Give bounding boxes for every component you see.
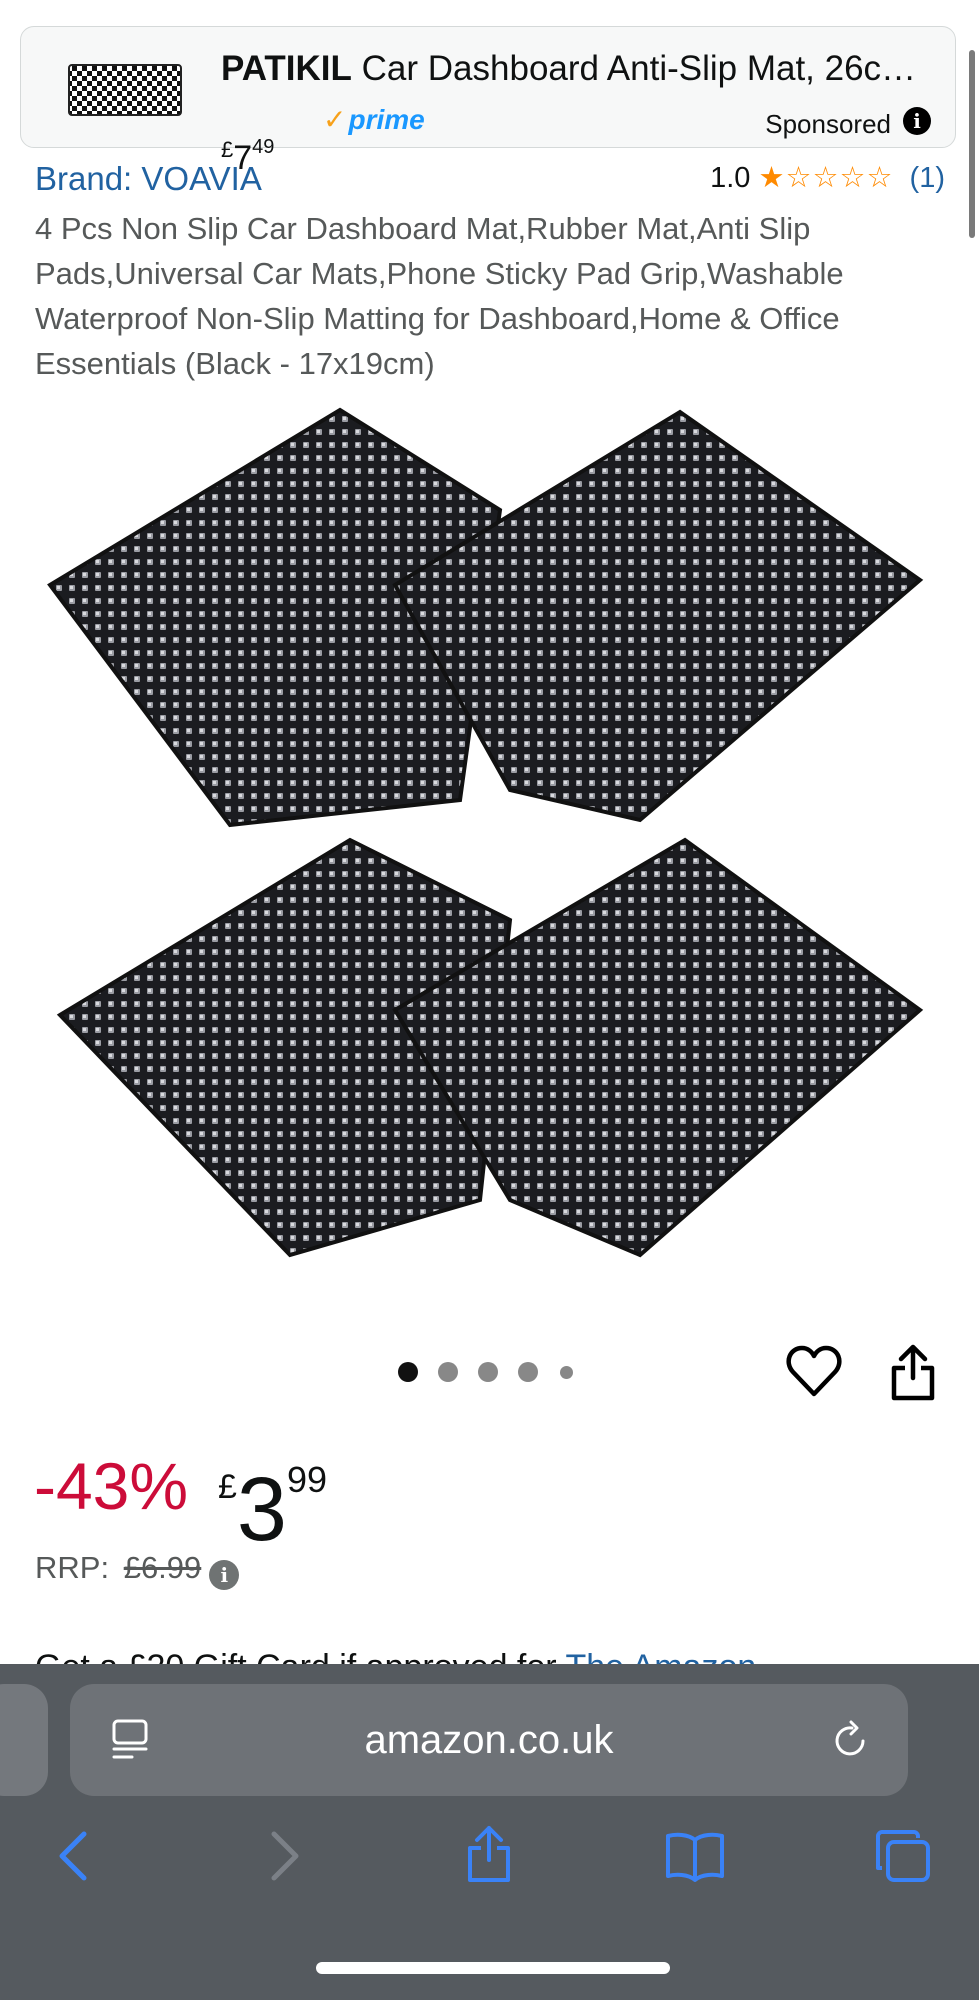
prime-check-icon: ✓ <box>323 104 347 135</box>
info-icon[interactable]: i <box>209 1560 240 1590</box>
product-title: 4 Pcs Non Slip Car Dashboard Mat,Rubber … <box>35 211 844 381</box>
browser-toolbar: amazon.co.uk <box>0 1664 979 2000</box>
rrp-value: £6.99 <box>123 1550 202 1585</box>
price: £399 <box>218 1430 327 1560</box>
forward-icon[interactable] <box>268 1830 302 1882</box>
discount-percentage: -43% <box>34 1449 189 1523</box>
sponsored-price-currency: £ <box>221 137 234 162</box>
sponsored-price-fraction: 49 <box>252 136 275 158</box>
sponsored-product-thumbnail[interactable] <box>67 61 183 119</box>
prime-badge: ✓prime <box>323 103 425 136</box>
rating-count[interactable]: (1) <box>910 162 945 194</box>
tabs-icon[interactable] <box>874 1828 932 1884</box>
sponsored-brand: PATIKIL <box>221 49 352 88</box>
share-icon[interactable] <box>464 1824 514 1884</box>
carousel-dot[interactable] <box>478 1362 498 1382</box>
carousel-dot[interactable] <box>560 1366 573 1379</box>
sponsored-product-title[interactable]: PATIKIL Car Dashboard Anti-Slip Mat, 26c… <box>221 47 941 91</box>
brand-link[interactable]: Brand: VOAVIA <box>35 160 262 198</box>
rating-value: 1.0 <box>710 162 751 194</box>
page-scrollbar[interactable] <box>969 50 975 238</box>
price-whole: 3 <box>236 1460 287 1560</box>
share-icon[interactable] <box>888 1344 938 1402</box>
heart-icon[interactable] <box>786 1344 842 1398</box>
rrp-row: RRP: £6.99 i <box>35 1550 240 1590</box>
sponsored-title-text: Car Dashboard Anti-Slip Mat, 26c… <box>351 49 917 88</box>
previous-tab-preview[interactable] <box>0 1684 48 1796</box>
prime-label: prime <box>348 104 425 135</box>
sponsored-ad-banner[interactable]: PATIKIL Car Dashboard Anti-Slip Mat, 26c… <box>20 26 956 177</box>
sponsored-label: Sponsored <box>765 109 891 139</box>
reload-icon[interactable] <box>830 1720 872 1762</box>
product-image[interactable] <box>40 400 940 1280</box>
rrp-label: RRP: <box>35 1550 110 1585</box>
back-icon[interactable] <box>56 1830 90 1882</box>
home-indicator[interactable] <box>316 1962 670 1974</box>
mat-top-right <box>392 409 924 823</box>
bookmarks-icon[interactable] <box>664 1830 726 1882</box>
carousel-dot[interactable] <box>518 1362 538 1382</box>
url-text[interactable]: amazon.co.uk <box>70 1718 908 1763</box>
rating-summary[interactable]: 1.0 ★☆☆☆☆ (1) <box>710 160 945 195</box>
carousel-dot[interactable] <box>438 1362 458 1382</box>
rating-stars: ★☆☆☆☆ <box>758 162 894 194</box>
price-currency: £ <box>218 1468 237 1506</box>
address-bar[interactable]: amazon.co.uk <box>70 1684 908 1796</box>
price-fraction: 99 <box>286 1459 328 1500</box>
info-icon[interactable]: i <box>903 107 931 135</box>
carousel-dot[interactable] <box>398 1362 418 1382</box>
